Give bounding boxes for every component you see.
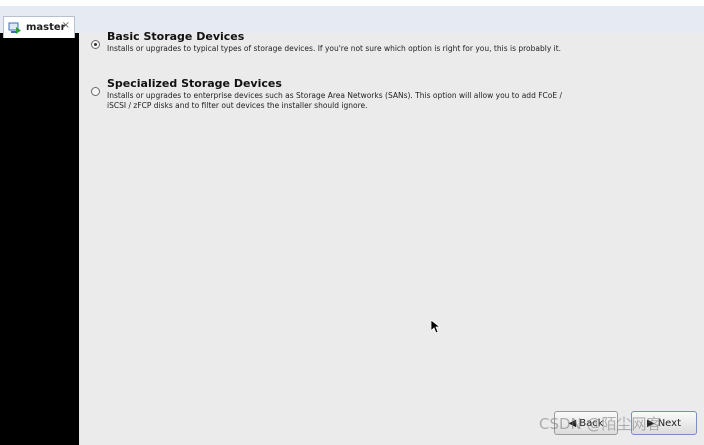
left-console-pane (0, 33, 79, 445)
back-button[interactable]: ◀ Back (554, 411, 618, 435)
mouse-pointer-icon (431, 320, 441, 334)
vm-running-icon (8, 22, 21, 34)
back-button-label: Back (579, 417, 604, 429)
tab-bar: master × (0, 0, 704, 39)
next-arrow-icon: ▶ (647, 417, 655, 429)
next-button[interactable]: ▶ Next (631, 411, 697, 435)
radio-specialized-storage[interactable] (91, 87, 100, 96)
close-icon[interactable]: × (62, 21, 70, 31)
option-title: Specialized Storage Devices (107, 77, 282, 90)
option-title: Basic Storage Devices (107, 30, 245, 43)
screen: master × Basic Storage Devices Installs … (0, 0, 704, 445)
tab-label: master (26, 22, 66, 33)
option-description: Installs or upgrades to typical types of… (107, 44, 562, 53)
back-arrow-icon: ◀ (568, 417, 577, 429)
installer-content: Basic Storage Devices Installs or upgrad… (79, 30, 704, 445)
radio-basic-storage[interactable] (91, 40, 100, 49)
option-description: Installs or upgrades to enterprise devic… (107, 91, 562, 110)
next-button-label: Next (657, 417, 681, 429)
tab-master[interactable]: master × (3, 16, 75, 38)
